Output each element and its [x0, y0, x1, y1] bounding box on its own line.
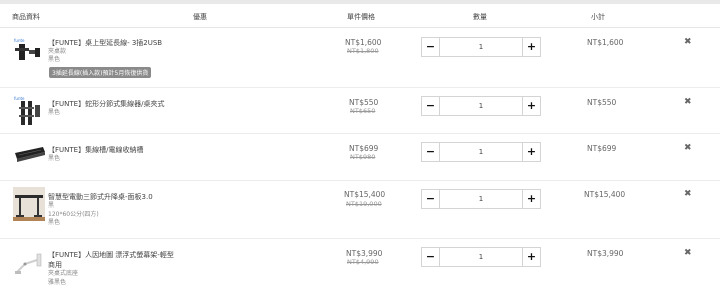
decrease-quantity-button[interactable]: −	[422, 143, 440, 161]
increase-quantity-button[interactable]: +	[522, 190, 540, 208]
quantity-stepper: − 1 +	[421, 96, 541, 116]
original-price: NT$980	[350, 153, 376, 161]
original-price: NT$1,800	[347, 47, 379, 55]
svg-text:funte: funte	[14, 38, 25, 43]
header-subtotal: 小計	[591, 13, 605, 21]
header-price: 單件價格	[347, 13, 375, 21]
unit-price: NT$699	[349, 144, 379, 153]
product-image-cable-spine[interactable]: funte	[13, 95, 45, 129]
product-name[interactable]: 【FUNTE】集線槽/電線收納槽	[48, 145, 188, 155]
decrease-quantity-button[interactable]: −	[422, 248, 440, 266]
quantity-input[interactable]: 1	[440, 253, 522, 261]
remove-item-icon[interactable]: ✖	[684, 189, 692, 199]
increase-quantity-button[interactable]: +	[522, 97, 540, 115]
increase-quantity-button[interactable]: +	[522, 143, 540, 161]
stock-notice-badge: 3插延長線(插入款)預計5月恢復供貨	[49, 67, 152, 78]
original-price: NT$19,000	[346, 200, 382, 208]
quantity-input[interactable]: 1	[440, 148, 522, 156]
remove-item-icon[interactable]: ✖	[684, 37, 692, 47]
original-price: NT$4,990	[347, 258, 379, 266]
header-quantity: 數量	[473, 13, 487, 21]
line-subtotal: NT$1,600	[587, 38, 624, 47]
product-option: 黑色	[48, 219, 61, 226]
header-offer: 優惠	[193, 13, 207, 21]
product-option: 黑色	[48, 56, 61, 63]
increase-quantity-button[interactable]: +	[522, 38, 540, 56]
decrease-quantity-button[interactable]: −	[422, 38, 440, 56]
svg-text:funte: funte	[14, 96, 25, 101]
product-image-cable-tray[interactable]	[13, 144, 47, 166]
product-name[interactable]: 智慧型電動三節式升降桌-面板3.0	[48, 192, 188, 202]
quantity-stepper: − 1 +	[421, 189, 541, 209]
product-option: 120*60公分(四方)	[48, 210, 99, 218]
product-option: 黑	[48, 202, 55, 209]
unit-price: NT$1,600	[345, 38, 382, 47]
line-subtotal: NT$3,990	[587, 249, 624, 258]
product-name[interactable]: 【FUNTE】人因地圖 漂浮式螢幕架-輕型商用	[48, 250, 176, 270]
unit-price: NT$550	[349, 98, 379, 107]
line-subtotal: NT$15,400	[584, 190, 626, 199]
remove-item-icon[interactable]: ✖	[684, 143, 692, 153]
quantity-stepper: − 1 +	[421, 37, 541, 57]
cart-row: funte 【FUNTE】蛇形分節式集線器/桌夾式 黑色 NT$550 NT$6…	[0, 88, 720, 134]
decrease-quantity-button[interactable]: −	[422, 97, 440, 115]
product-option: 黑色	[48, 155, 61, 162]
quantity-input[interactable]: 1	[440, 43, 522, 51]
cart-table-header: 商品資料 優惠 單件價格 數量 小計	[0, 4, 720, 28]
unit-price: NT$15,400	[344, 190, 386, 199]
increase-quantity-button[interactable]: +	[522, 248, 540, 266]
quantity-stepper: − 1 +	[421, 142, 541, 162]
line-subtotal: NT$550	[587, 98, 617, 107]
cart-row: 【FUNTE】集線槽/電線收納槽 黑色 NT$699 NT$980 − 1 + …	[0, 134, 720, 181]
product-image-standing-desk[interactable]	[13, 187, 45, 221]
remove-item-icon[interactable]: ✖	[684, 97, 692, 107]
product-name[interactable]: 【FUNTE】蛇形分節式集線器/桌夾式	[48, 99, 188, 109]
cart-row: 智慧型電動三節式升降桌-面板3.0 黑 120*60公分(四方) 黑色 NT$1…	[0, 181, 720, 239]
product-name[interactable]: 【FUNTE】桌上型延長線- 3插2USB	[48, 38, 188, 48]
quantity-input[interactable]: 1	[440, 102, 522, 110]
line-subtotal: NT$699	[587, 144, 617, 153]
product-option: 夾桌式底座	[48, 270, 79, 277]
decrease-quantity-button[interactable]: −	[422, 190, 440, 208]
cart-row: funte 【FUNTE】桌上型延長線- 3插2USB 夾桌款 黑色 3插延長線…	[0, 28, 720, 88]
quantity-input[interactable]: 1	[440, 195, 522, 203]
product-image-monitor-arm[interactable]	[13, 250, 45, 276]
header-product: 商品資料	[12, 13, 40, 21]
cart-row: 【FUNTE】人因地圖 漂浮式螢幕架-輕型商用 夾桌式底座 雅黑色 NT$3,9…	[0, 239, 720, 299]
unit-price: NT$3,990	[346, 249, 383, 258]
product-image-power-strip[interactable]: funte	[13, 36, 45, 66]
product-option: 黑色	[48, 109, 61, 116]
quantity-stepper: − 1 +	[421, 247, 541, 267]
remove-item-icon[interactable]: ✖	[684, 248, 692, 258]
original-price: NT$650	[350, 107, 376, 115]
product-option: 雅黑色	[48, 279, 67, 286]
